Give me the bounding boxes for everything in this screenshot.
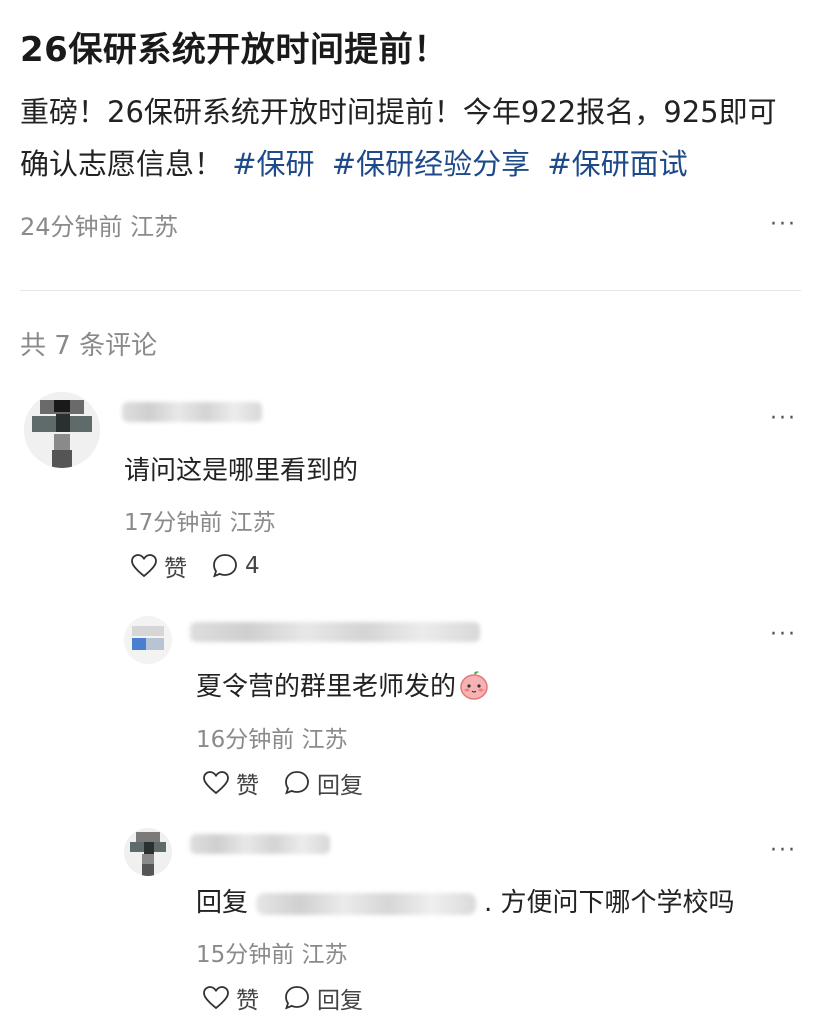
avatar[interactable]	[124, 616, 172, 664]
divider	[20, 290, 801, 291]
comment-text: 回复 . 方便问下哪个学校吗	[196, 882, 735, 919]
reply-button[interactable]: 4	[211, 552, 260, 580]
reply-button[interactable]: 回复	[283, 981, 363, 1015]
comment-count: 共 7 条评论	[20, 331, 158, 361]
heart-outline-icon	[203, 771, 229, 795]
like-label: 赞	[164, 556, 187, 582]
comment-meta: 15分钟前 江苏	[196, 942, 348, 968]
comment-text: 请问这是哪里看到的	[124, 456, 359, 486]
avatar[interactable]	[24, 392, 100, 468]
comment-actions: 赞 4	[130, 549, 284, 583]
mentioned-user-blurred[interactable]	[256, 892, 477, 915]
reply-label: 回复	[317, 773, 363, 799]
comment-text: 夏令营的群里老师发的	[196, 666, 490, 708]
comment-actions: 赞 回复	[202, 981, 387, 1015]
like-button[interactable]: 赞	[130, 549, 187, 583]
post-meta: 24分钟前 江苏	[20, 213, 179, 241]
note-page: 26保研系统开放时间提前！ 重磅！26保研系统开放时间提前！今年922报名，92…	[0, 0, 821, 1031]
peach-emoji	[458, 669, 490, 708]
comment-bubble-icon	[285, 771, 309, 795]
comment-more-icon[interactable]: ···	[770, 840, 797, 862]
reply-prefix: 回复	[196, 888, 249, 918]
post-body: 重磅！26保研系统开放时间提前！今年922报名，925即可确认志愿信息！ #保研…	[20, 86, 800, 190]
avatar[interactable]	[124, 828, 172, 876]
heart-outline-icon	[131, 554, 157, 578]
comment-meta: 17分钟前 江苏	[124, 510, 276, 536]
like-label: 赞	[236, 988, 259, 1014]
comment-bubble-icon	[213, 554, 237, 578]
reply-count: 4	[245, 553, 260, 579]
comment-more-icon[interactable]: ···	[770, 408, 797, 430]
like-button[interactable]: 赞	[202, 981, 259, 1015]
username-blurred[interactable]	[190, 622, 480, 642]
comment-bubble-icon	[285, 986, 309, 1010]
like-button[interactable]: 赞	[202, 766, 259, 800]
comment-text-body: 夏令营的群里老师发的	[196, 672, 457, 702]
post-more-icon[interactable]: ···	[770, 214, 797, 236]
hashtag-interview[interactable]: #保研面试	[547, 147, 687, 181]
heart-outline-icon	[203, 986, 229, 1010]
like-label: 赞	[236, 773, 259, 799]
hashtag-baoyan[interactable]: #保研	[232, 147, 314, 181]
hashtag-experience[interactable]: #保研经验分享	[332, 147, 530, 181]
comment-meta: 16分钟前 江苏	[196, 727, 348, 753]
comment-more-icon[interactable]: ···	[770, 624, 797, 646]
comment-actions: 赞 回复	[202, 766, 387, 800]
comment-text-body: . 方便问下哪个学校吗	[484, 888, 735, 918]
username-blurred[interactable]	[122, 402, 262, 422]
username-blurred[interactable]	[190, 834, 330, 854]
reply-button[interactable]: 回复	[283, 766, 363, 800]
reply-label: 回复	[317, 988, 363, 1014]
post-title: 26保研系统开放时间提前！	[20, 30, 448, 70]
